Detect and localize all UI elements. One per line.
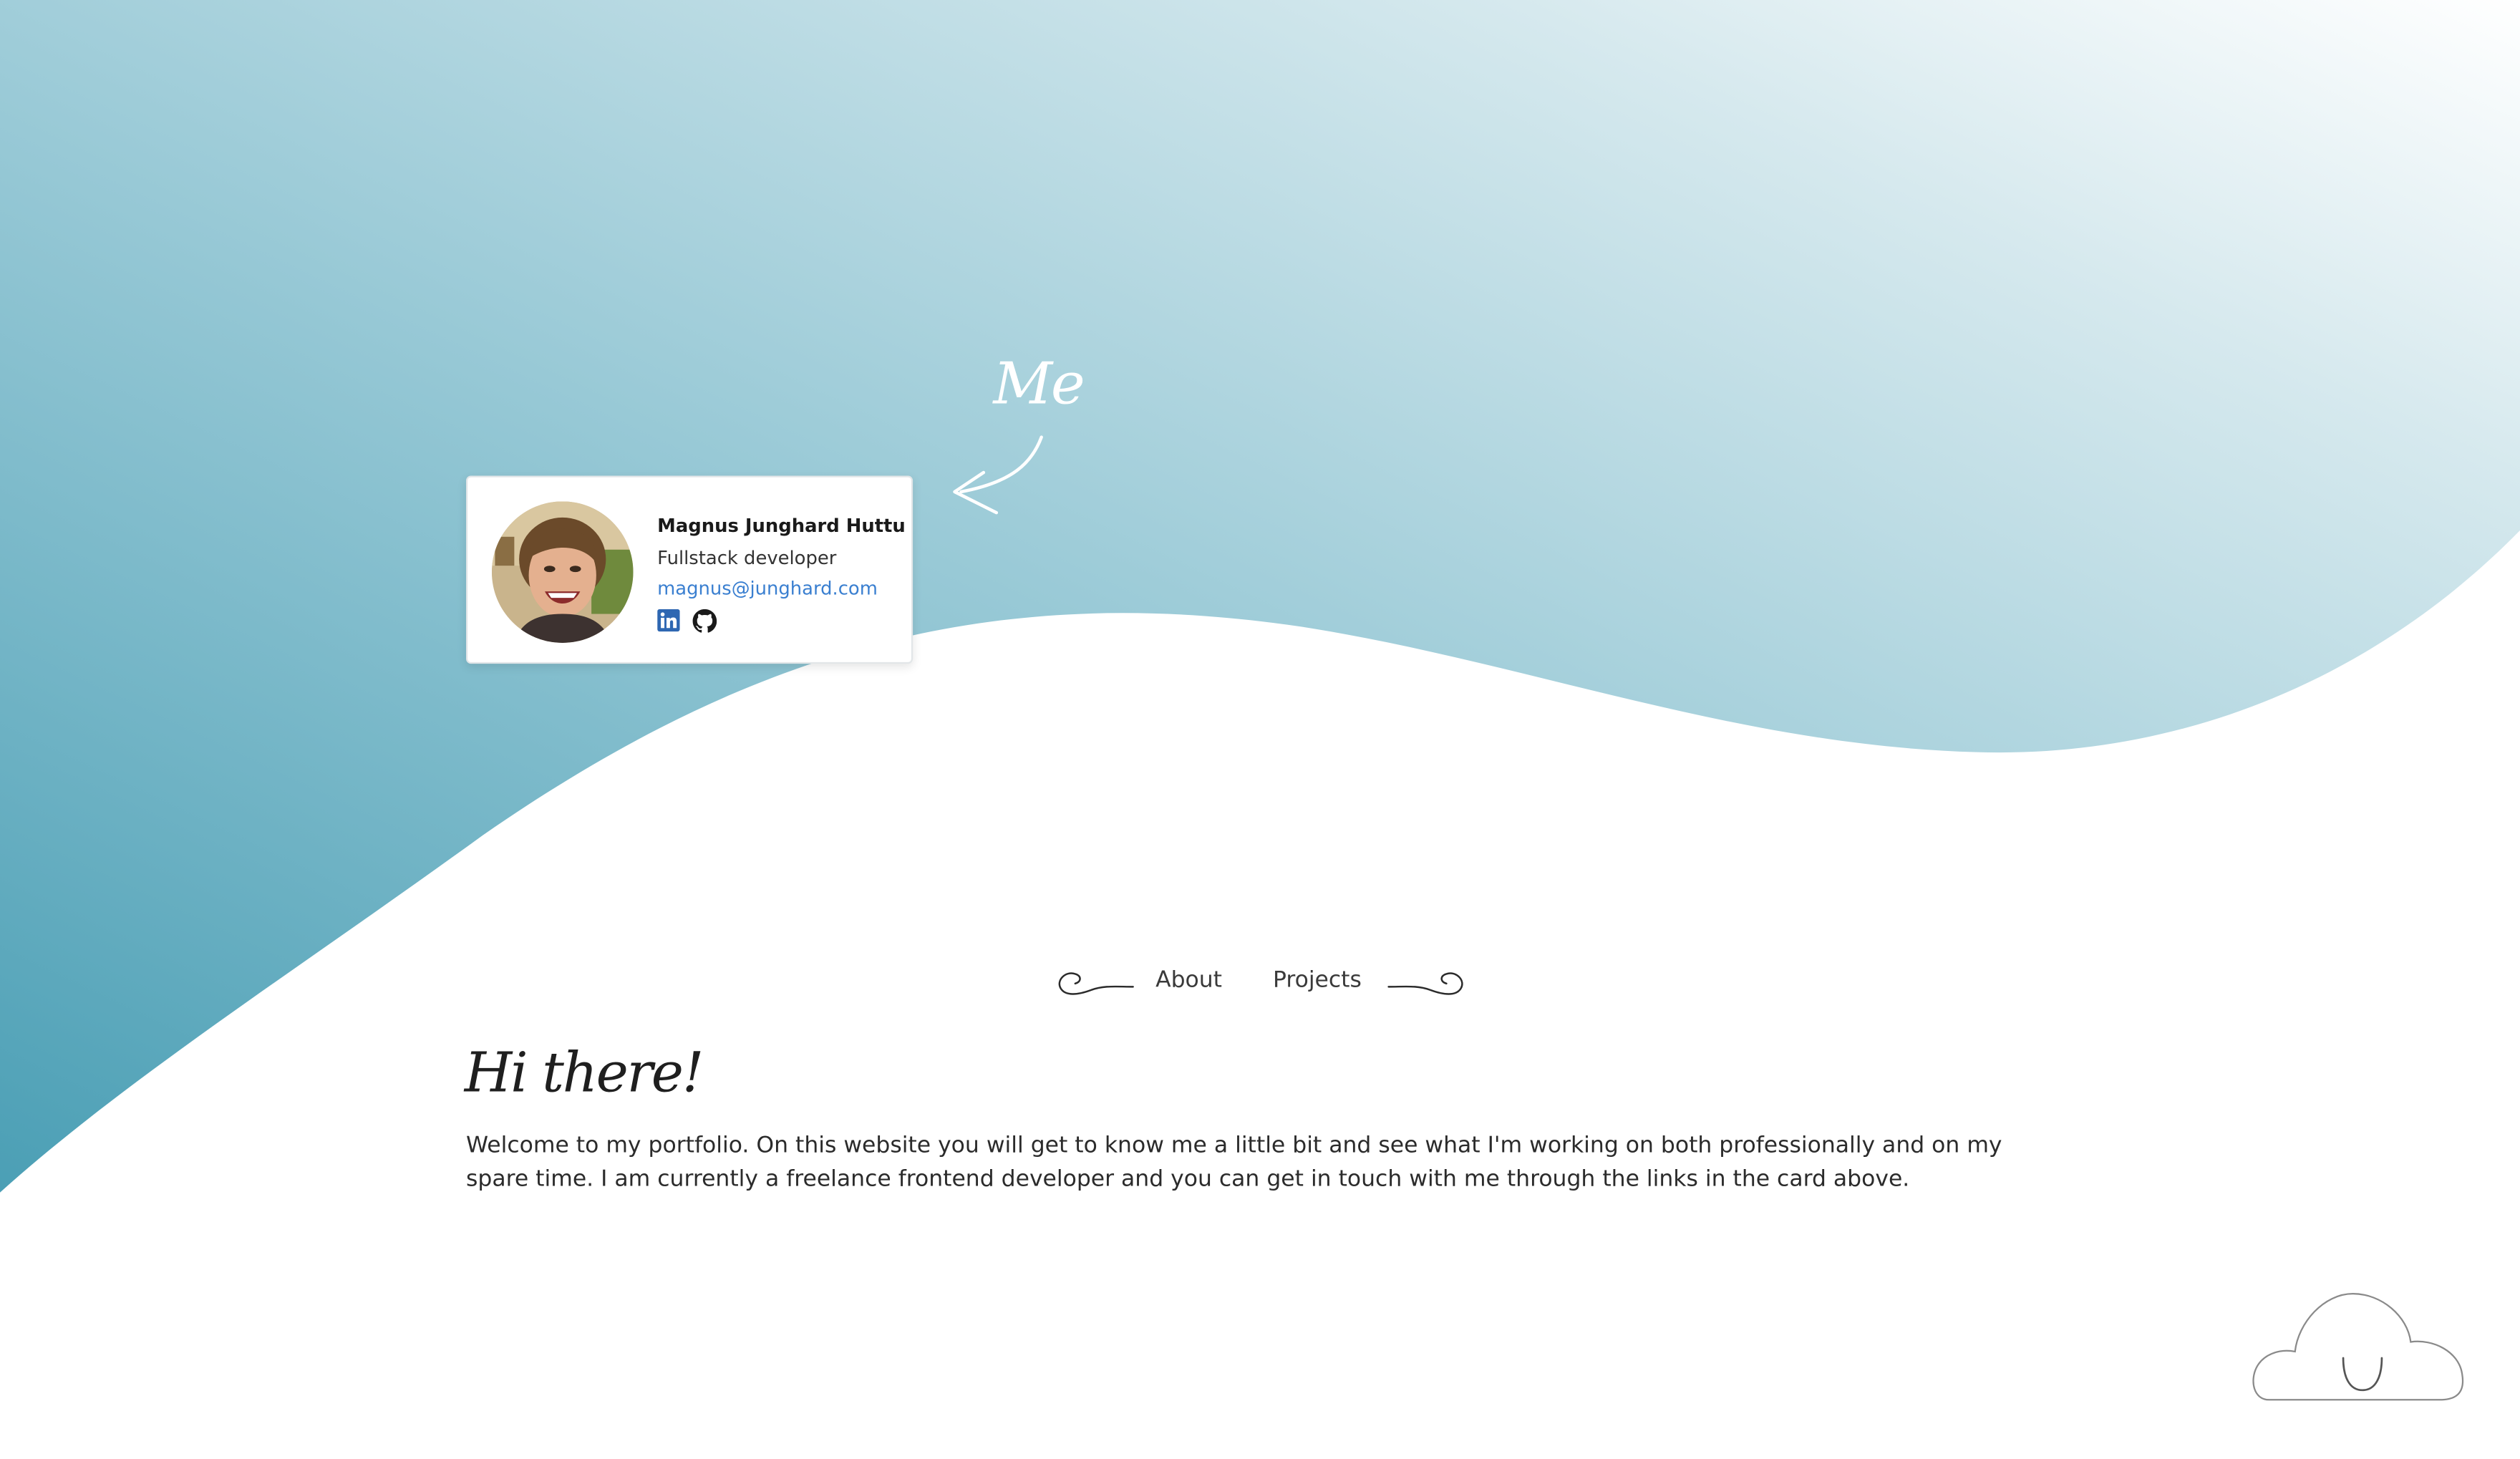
page: Me Magnus Junghard Huttu Fullstack devel — [0, 0, 2520, 1456]
swirl-right-icon — [1387, 972, 1463, 995]
profile-role: Fullstack developer — [657, 546, 837, 569]
email-link[interactable]: magnus@junghard.com — [657, 577, 878, 599]
avatar — [491, 501, 634, 643]
profile-name: Magnus Junghard Huttu — [657, 514, 906, 537]
swirl-left-icon — [1058, 972, 1134, 995]
arrow-icon — [953, 435, 1043, 515]
nav-item-about[interactable]: About — [1155, 967, 1222, 993]
linkedin-icon[interactable] — [657, 609, 680, 632]
main-nav: About Projects — [1045, 958, 1478, 1006]
intro-text: Welcome to my portfolio. On this website… — [466, 1133, 2002, 1193]
github-icon[interactable] — [692, 609, 717, 634]
greeting-heading: Hi there! — [464, 1041, 704, 1106]
me-label: Me — [993, 352, 1085, 418]
profile-card: Magnus Junghard Huttu Fullstack develope… — [466, 475, 914, 664]
cloud-icon — [2252, 1293, 2464, 1401]
nav-item-projects[interactable]: Projects — [1273, 967, 1362, 993]
hero-background — [0, 0, 2520, 1193]
